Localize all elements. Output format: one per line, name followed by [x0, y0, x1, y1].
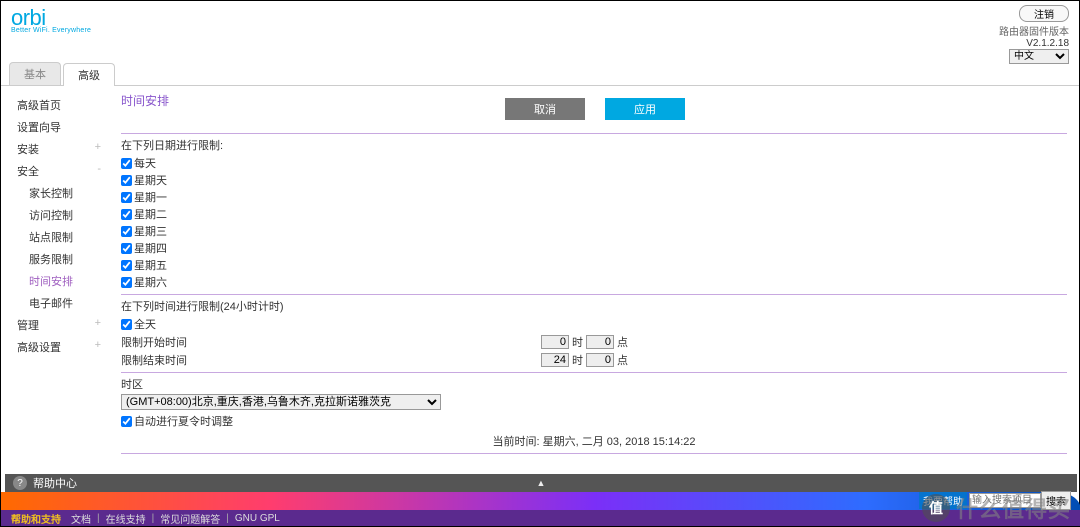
sidebar-item-access[interactable]: 访问控制 — [1, 204, 111, 226]
checkbox-sunday[interactable] — [121, 175, 132, 186]
watermark: 值 什么值得买 — [922, 492, 1071, 524]
label-sunday: 星期天 — [134, 172, 167, 188]
watermark-badge: 值 — [922, 494, 950, 522]
help-title: 帮助中心 — [33, 475, 77, 491]
sidebar-group-manage[interactable]: 管理 — [1, 314, 111, 336]
cancel-button[interactable]: 取消 — [505, 98, 585, 120]
language-select[interactable]: 中文 — [1009, 49, 1069, 64]
label-thursday: 星期四 — [134, 240, 167, 256]
sidebar-item-sitebound[interactable]: 站点限制 — [1, 226, 111, 248]
start-time-label: 限制开始时间 — [121, 334, 541, 350]
label-allday: 全天 — [134, 316, 156, 332]
label-monday: 星期一 — [134, 189, 167, 205]
checkbox-wednesday[interactable] — [121, 226, 132, 237]
firmware-version: V2.1.2.18 — [999, 38, 1069, 49]
timezone-select[interactable]: (GMT+08:00)北京,重庆,香港,乌鲁木齐,克拉斯诺雅茨克 — [121, 394, 441, 410]
checkbox-dst[interactable] — [121, 416, 132, 427]
end-hour[interactable] — [541, 353, 569, 367]
logo-tagline: Better WiFi. Everywhere — [11, 27, 91, 34]
logout-button[interactable]: 注销 — [1019, 5, 1069, 22]
checkbox-everyday[interactable] — [121, 158, 132, 169]
checkbox-monday[interactable] — [121, 192, 132, 203]
unit-hour2: 时 — [572, 352, 583, 368]
chevron-up-icon[interactable]: ▲ — [537, 478, 546, 488]
checkbox-saturday[interactable] — [121, 277, 132, 288]
label-saturday: 星期六 — [134, 274, 167, 290]
sidebar-group-security[interactable]: 安全 — [1, 160, 111, 182]
footer: 帮助和支持 文档| 在线支持| 常见问题解答| GNU GPL — [1, 510, 1080, 526]
footer-title: 帮助和支持 — [11, 511, 61, 526]
watermark-text: 什么值得买 — [956, 492, 1071, 524]
footer-link-faq[interactable]: 常见问题解答 — [160, 511, 220, 526]
help-bar[interactable]: ? 帮助中心 ▲ — [5, 474, 1077, 492]
unit-min: 点 — [617, 334, 628, 350]
checkbox-tuesday[interactable] — [121, 209, 132, 220]
unit-hour: 时 — [572, 334, 583, 350]
current-time-prefix: 当前时间: — [493, 436, 543, 448]
unit-min2: 点 — [617, 352, 628, 368]
days-section-label: 在下列日期进行限制: — [121, 137, 1067, 153]
footer-link-docs[interactable]: 文档 — [71, 511, 91, 526]
end-min[interactable] — [586, 353, 614, 367]
sidebar-item-email[interactable]: 电子邮件 — [1, 292, 111, 314]
start-hour[interactable] — [541, 335, 569, 349]
checkbox-allday[interactable] — [121, 319, 132, 330]
sidebar-item-schedule[interactable]: 时间安排 — [1, 270, 111, 292]
sidebar-group-install[interactable]: 安装 — [1, 138, 111, 160]
label-dst: 自动进行夏令时调整 — [134, 413, 233, 429]
sidebar-item-home[interactable]: 高级首页 — [1, 94, 111, 116]
label-friday: 星期五 — [134, 257, 167, 273]
start-min[interactable] — [586, 335, 614, 349]
tab-basic[interactable]: 基本 — [9, 62, 61, 85]
sidebar: 高级首页 设置向导 安装 安全 家长控制 访问控制 站点限制 服务限制 时间安排… — [1, 86, 111, 456]
sidebar-item-parental[interactable]: 家长控制 — [1, 182, 111, 204]
footer-link-gpl[interactable]: GNU GPL — [235, 513, 280, 524]
current-time-value: 星期六, 二月 03, 2018 15:14:22 — [543, 436, 696, 448]
sidebar-group-adv[interactable]: 高级设置 — [1, 336, 111, 358]
end-time-label: 限制结束时间 — [121, 352, 541, 368]
tz-label: 时区 — [121, 376, 1067, 392]
footer-link-support[interactable]: 在线支持 — [106, 511, 146, 526]
help-icon: ? — [13, 476, 27, 490]
apply-button[interactable]: 应用 — [605, 98, 685, 120]
label-wednesday: 星期三 — [134, 223, 167, 239]
sidebar-item-service[interactable]: 服务限制 — [1, 248, 111, 270]
checkbox-friday[interactable] — [121, 260, 132, 271]
label-everyday: 每天 — [134, 155, 156, 171]
times-section-label: 在下列时间进行限制(24小时计时) — [121, 298, 1067, 314]
tab-advanced[interactable]: 高级 — [63, 63, 115, 86]
checkbox-thursday[interactable] — [121, 243, 132, 254]
firmware-label: 路由器固件版本 — [999, 23, 1069, 38]
label-tuesday: 星期二 — [134, 206, 167, 222]
sidebar-item-wizard[interactable]: 设置向导 — [1, 116, 111, 138]
